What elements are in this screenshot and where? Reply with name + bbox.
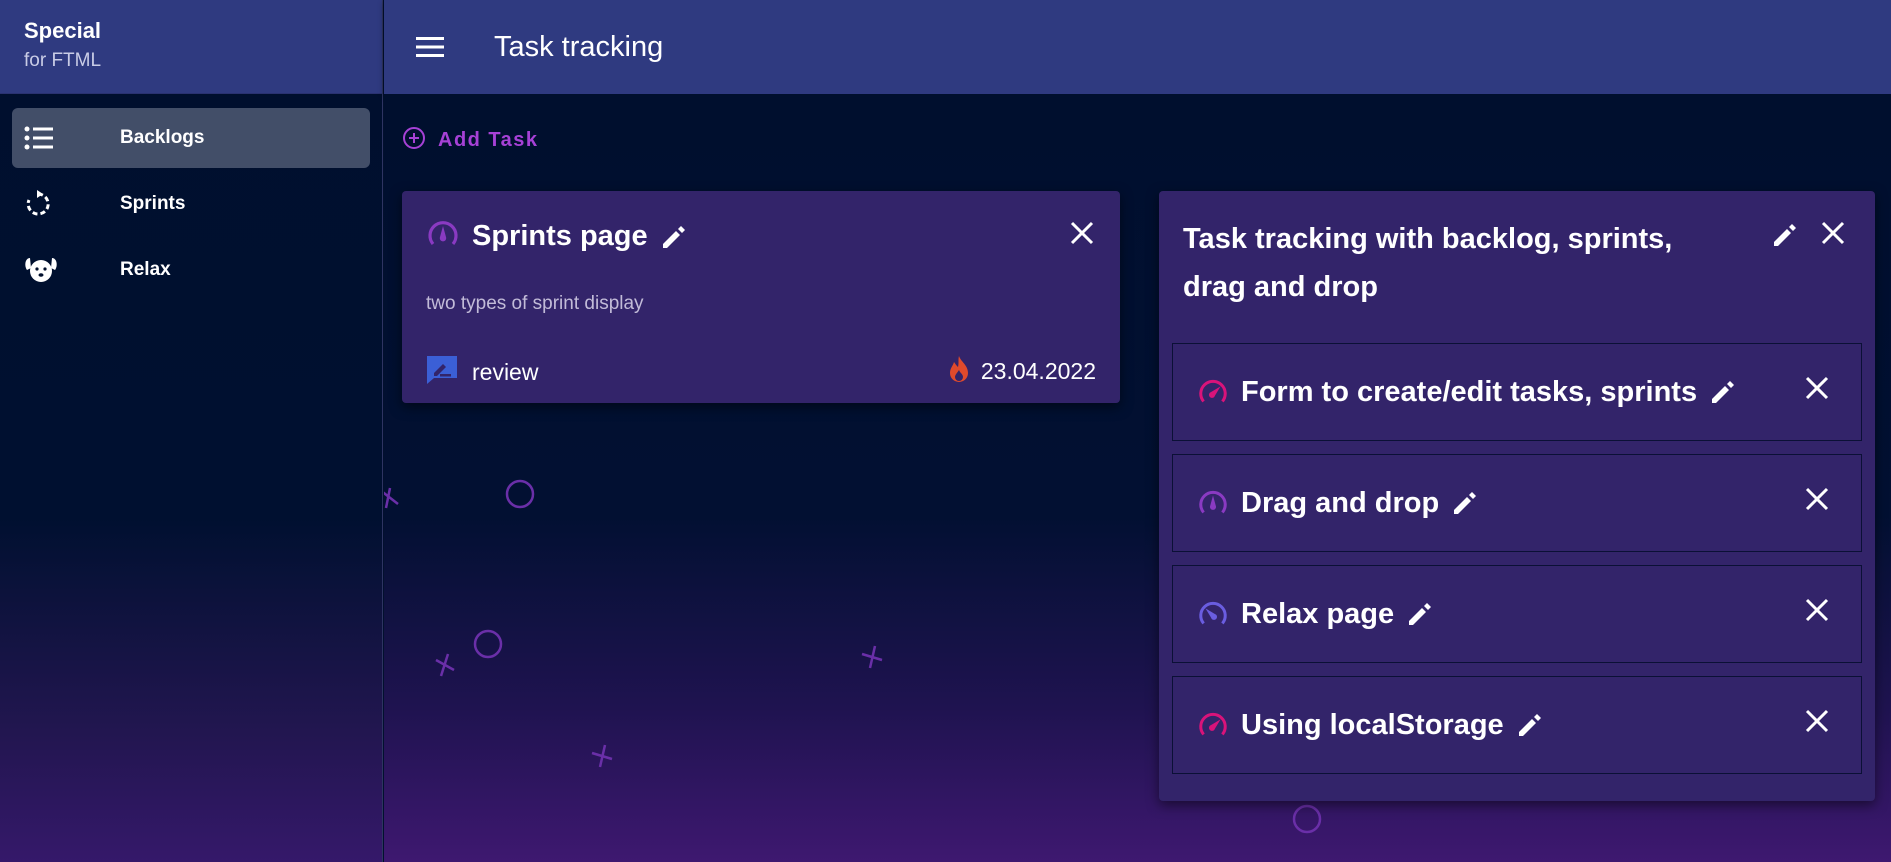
sidebar-item-sprints[interactable]: Sprints [12,174,370,234]
pencil-icon[interactable] [1771,221,1799,249]
task-card-header: Sprints page [426,217,688,256]
sidebar-item-label: Backlogs [120,127,205,148]
close-icon[interactable] [1821,221,1845,245]
speedometer-high-icon [1197,376,1229,408]
fire-icon [947,355,971,388]
status-label: review [472,359,539,385]
pencil-icon[interactable] [1451,489,1479,517]
review-icon [426,355,458,390]
top-app-bar: Task tracking [384,0,1891,94]
subtask-title: Relax page [1241,597,1395,630]
sidebar-item-relax[interactable]: Relax [12,240,370,300]
task-status: review [426,355,538,390]
main-content: Add Task Sprints page two types of sprin… [384,94,1891,862]
page-title: Task tracking [494,30,664,63]
subtask-title: Drag and drop [1241,486,1440,519]
subtask-item[interactable]: Relax page [1172,565,1862,663]
menu-icon[interactable] [410,27,450,67]
speedometer-medium-icon [1197,598,1229,630]
sidebar-item-label: Sprints [120,193,186,214]
task-due-date: 23.04.2022 [947,355,1096,388]
close-icon[interactable] [1805,487,1829,511]
pencil-icon[interactable] [660,223,688,251]
close-icon[interactable] [1070,221,1094,245]
subtask-item[interactable]: Using localStorage [1172,676,1862,774]
sidebar-nav: Backlogs Sprints Relax [0,94,382,300]
close-icon[interactable] [1805,709,1829,733]
add-task-label: Add Task [438,129,539,151]
pencil-icon[interactable] [1406,600,1434,628]
task-title: Sprints page [472,220,648,252]
pencil-icon[interactable] [1709,378,1737,406]
add-task-button[interactable]: Add Task [402,126,539,155]
brand-subtitle: for FTML [24,50,102,71]
speedometer-low-icon [426,217,460,256]
subtask-item[interactable]: Form to create/edit tasks, sprints [1172,343,1862,441]
task-group-card[interactable]: Task tracking with backlog, sprints, dra… [1159,191,1875,801]
sidebar-item-label: Relax [120,259,171,280]
sidebar: Special for FTML Backlogs Sprints Relax [0,0,383,862]
add-circle-icon [402,126,426,155]
list-icon [24,123,74,153]
subtask-title: Form to create/edit tasks, sprints [1241,375,1698,408]
sidebar-item-backlogs[interactable]: Backlogs [12,108,370,168]
speedometer-high-icon [1197,709,1229,741]
close-icon[interactable] [1805,598,1829,622]
brand-title: Special [24,18,102,43]
task-card[interactable]: Sprints page two types of sprint display [402,191,1120,403]
task-group-title: Task tracking with backlog, sprints, dra… [1183,223,1673,303]
dog-icon [24,255,74,285]
refresh-icon [24,189,74,219]
brand: Special for FTML [0,0,382,94]
pencil-icon[interactable] [1516,711,1544,739]
close-icon[interactable] [1805,376,1829,400]
task-description: two types of sprint display [426,293,644,314]
speedometer-low-icon [1197,487,1229,519]
subtask-title: Using localStorage [1241,708,1504,741]
due-date: 23.04.2022 [980,358,1096,384]
subtask-item[interactable]: Drag and drop [1172,454,1862,552]
